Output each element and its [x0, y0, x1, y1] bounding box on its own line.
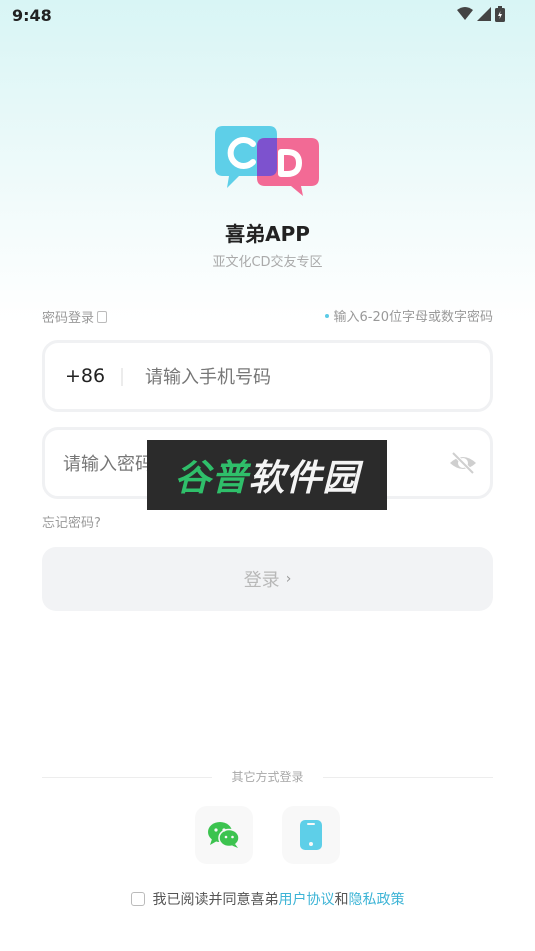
code-divider	[121, 368, 123, 386]
app-logo	[213, 124, 321, 196]
agreement-checkbox[interactable]	[130, 892, 145, 906]
agreement-prefix: 我已阅读并同意喜弟	[152, 892, 279, 908]
signal-icon	[477, 7, 491, 21]
login-button[interactable]: 登录 ›	[42, 547, 493, 611]
agreement-text: 我已阅读并同意喜弟用户协议和隐私政策	[153, 889, 405, 909]
app-name: 喜弟APP	[225, 222, 310, 246]
wechat-icon	[208, 822, 240, 848]
agreement-and: 和	[334, 892, 349, 908]
watermark-part1: 谷普	[174, 458, 249, 499]
phone-login-button[interactable]	[282, 806, 340, 864]
country-code[interactable]: +86	[65, 365, 105, 387]
phone-icon	[300, 820, 322, 850]
login-button-label: 登录	[243, 570, 280, 591]
phone-field: +86	[42, 340, 493, 412]
user-agreement-link[interactable]: 用户协议	[279, 892, 335, 908]
password-hint-text: 输入6-20位字母或数字密码	[333, 310, 493, 325]
password-hint: 输入6-20位字母或数字密码	[325, 306, 493, 325]
switch-mode-icon	[97, 310, 108, 323]
watermark-part2: 软件园	[248, 458, 360, 499]
eye-closed-icon[interactable]	[448, 450, 478, 476]
status-time: 9:48	[12, 6, 52, 25]
app-slogan: 亚文化CD交友专区	[212, 255, 323, 270]
wifi-icon	[457, 7, 473, 20]
status-icons	[457, 6, 505, 22]
wechat-login-button[interactable]	[195, 806, 253, 864]
login-mode-toggle[interactable]: 密码登录	[42, 307, 108, 326]
battery-icon	[495, 6, 505, 22]
forgot-password-link[interactable]: 忘记密码?	[42, 512, 101, 531]
login-mode-label: 密码登录	[42, 311, 95, 326]
other-login-divider: 其它方式登录	[42, 768, 493, 786]
watermark-banner: 谷普 软件园	[147, 440, 387, 510]
privacy-policy-link[interactable]: 隐私政策	[349, 892, 405, 908]
hint-dot-icon	[325, 313, 330, 318]
divider-line-right	[323, 777, 493, 778]
chevron-right-icon: ›	[285, 571, 292, 587]
agreement-row: 我已阅读并同意喜弟用户协议和隐私政策	[0, 889, 535, 909]
status-bar: 9:48	[0, 0, 535, 32]
phone-input[interactable]	[143, 355, 477, 399]
